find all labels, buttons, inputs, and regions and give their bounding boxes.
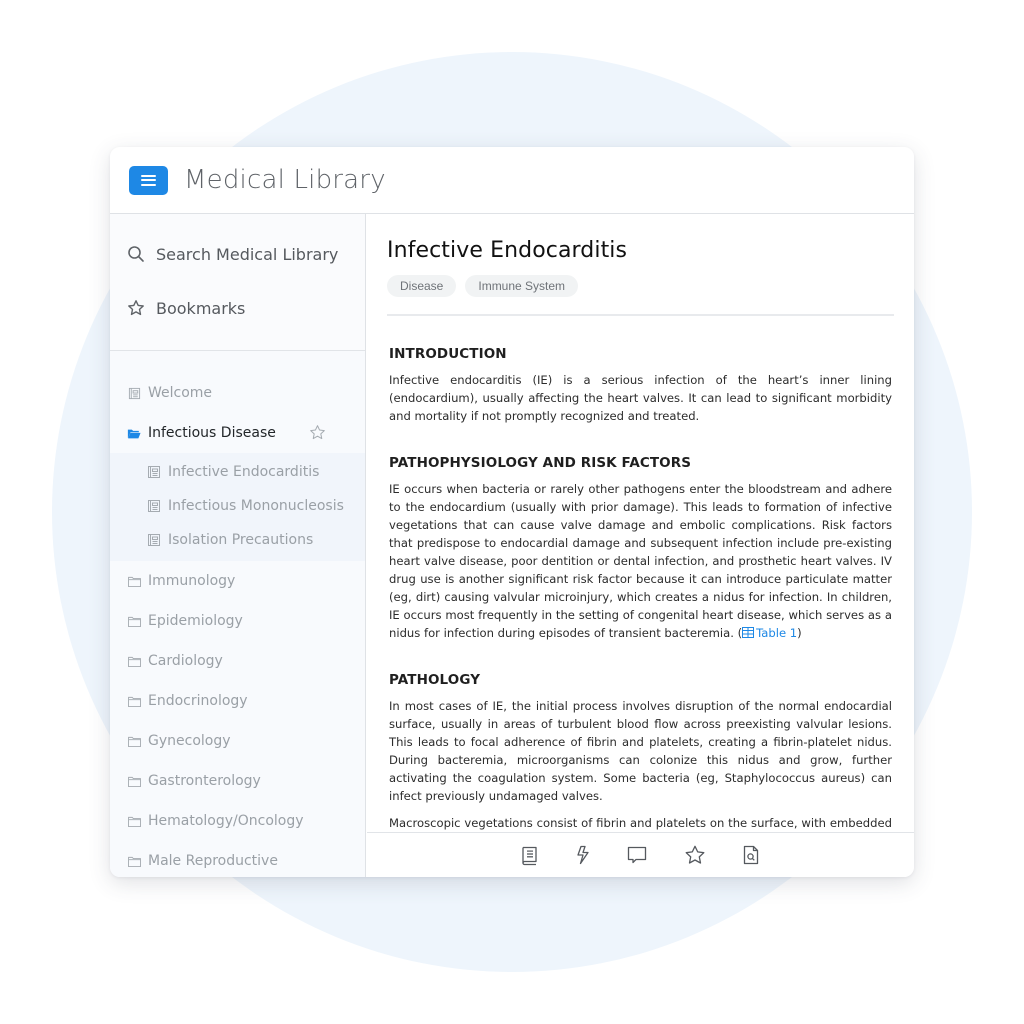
bookmarks-button[interactable]: Bookmarks [110,294,365,322]
app-title: Medical Library [184,165,386,195]
table-icon [742,627,755,638]
tree-item-isolation-precautions[interactable]: Isolation Precautions [110,523,365,557]
folder-icon [127,574,141,588]
article-icon [127,386,141,400]
search-library-button[interactable]: Search Medical Library [110,240,365,268]
document-search-icon [743,845,759,865]
section-heading-introduction: INTRODUCTION [389,346,507,362]
tree-item-label: Welcome [148,385,213,401]
tree-folder-endocrinology[interactable]: Endocrinology [110,681,365,721]
tree-item-label: Infectious Mononucleosis [168,498,344,514]
folder-icon [127,734,141,748]
tree-folder-male-reproductive[interactable]: Male Reproductive [110,841,365,877]
tree-item-label: Immunology [148,573,236,589]
article-icon [148,500,160,512]
tree-folder-cardiology[interactable]: Cardiology [110,641,365,681]
star-outline-icon[interactable] [309,424,326,441]
table-1-link-label: Table 1 [756,626,798,640]
tree-item-infectious-mononucleosis[interactable]: Infectious Mononucleosis [110,489,365,523]
star-icon [128,300,144,316]
star-icon [685,845,705,864]
article-content: INTRODUCTION Infective endocarditis (IE)… [387,346,894,832]
sidebar-actions: Search Medical Library Bookmarks [110,214,365,351]
article-icon [148,466,160,478]
article-icon [148,534,160,546]
section-paragraph: Infective endocarditis (IE) is a serious… [389,373,892,423]
section-heading-pathology: PATHOLOGY [389,672,481,688]
folder-icon [127,654,141,668]
tree-item-label: Male Reproductive [148,853,278,869]
tree-item-welcome[interactable]: Welcome [110,373,365,413]
lightning-icon [577,845,589,865]
menu-button[interactable] [129,165,168,195]
tree-item-label: Epidemiology [148,613,243,629]
section-paragraph: In most cases of IE, the initial process… [389,699,892,803]
article-title: Infective Endocarditis [387,238,628,263]
folder-icon [127,854,141,868]
tree-item-label: Gastronterology [148,773,261,789]
article-tags: Disease Immune System [387,275,894,316]
tree-item-label: Gynecology [148,733,231,749]
library-tree: Welcome Infectious Disease Infective End… [110,351,365,877]
tree-folder-gynecology[interactable]: Gynecology [110,721,365,761]
tree-item-label: Hematology/Oncology [148,813,304,829]
tree-item-label: Infectious Disease [148,425,276,441]
tree-item-label: Endocrinology [148,693,248,709]
app-header: Medical Library [110,147,914,214]
tree-folder-immunology[interactable]: Immunology [110,561,365,601]
paragraph-text: IE occurs when bacteria or rarely other … [389,482,892,640]
folder-icon [127,694,141,708]
tree-folder-epidemiology[interactable]: Epidemiology [110,601,365,641]
tree-folder-hematology-oncology[interactable]: Hematology/Oncology [110,801,365,841]
comments-button[interactable] [625,843,649,867]
search-icon [128,246,144,262]
tree-folder-gastronterology[interactable]: Gastronterology [110,761,365,801]
hamburger-icon [141,174,156,186]
section-paragraph: IE occurs when bacteria or rarely other … [389,480,892,642]
tree-item-infective-endocarditis[interactable]: Infective Endocarditis [110,455,365,489]
tag-disease[interactable]: Disease [387,275,457,297]
article-pane: Infective Endocarditis Disease Immune Sy… [367,214,914,832]
infectious-disease-children: Infective Endocarditis Infectious Mononu… [110,453,365,561]
find-in-article-button[interactable] [739,843,763,867]
comment-icon [627,846,647,864]
folder-icon [127,814,141,828]
book-icon [522,846,537,866]
paragraph-text-end: ) [797,626,802,640]
sidebar: Search Medical Library Bookmarks Welcome… [110,214,366,877]
section-paragraph: Macroscopic vegetations consist of fibri… [389,816,892,830]
tree-folder-infectious-disease[interactable]: Infectious Disease [110,413,365,453]
folder-open-icon [127,426,141,440]
folder-icon [127,774,141,788]
search-library-label: Search Medical Library [156,244,339,264]
folder-icon [127,614,141,628]
tag-immune-system[interactable]: Immune System [465,275,579,297]
article-toolbar [367,832,914,877]
tree-item-label: Cardiology [148,653,223,669]
tree-item-label: Isolation Precautions [168,532,314,548]
section-heading-pathophysiology: PATHOPHYSIOLOGY AND RISK FACTORS [389,455,692,471]
quick-facts-button[interactable] [571,843,595,867]
tree-item-label: Infective Endocarditis [168,464,320,480]
table-1-link[interactable]: Table 1 [742,626,797,640]
bookmark-article-button[interactable] [683,843,707,867]
contents-button[interactable] [518,843,542,867]
article: Infective Endocarditis Disease Immune Sy… [367,214,914,832]
folder-list: Immunology Epidemiology Cardiology Endocrin… [110,561,365,877]
bookmarks-label: Bookmarks [156,298,246,318]
app-window: Medical Library Search Medical Library B… [110,147,914,877]
